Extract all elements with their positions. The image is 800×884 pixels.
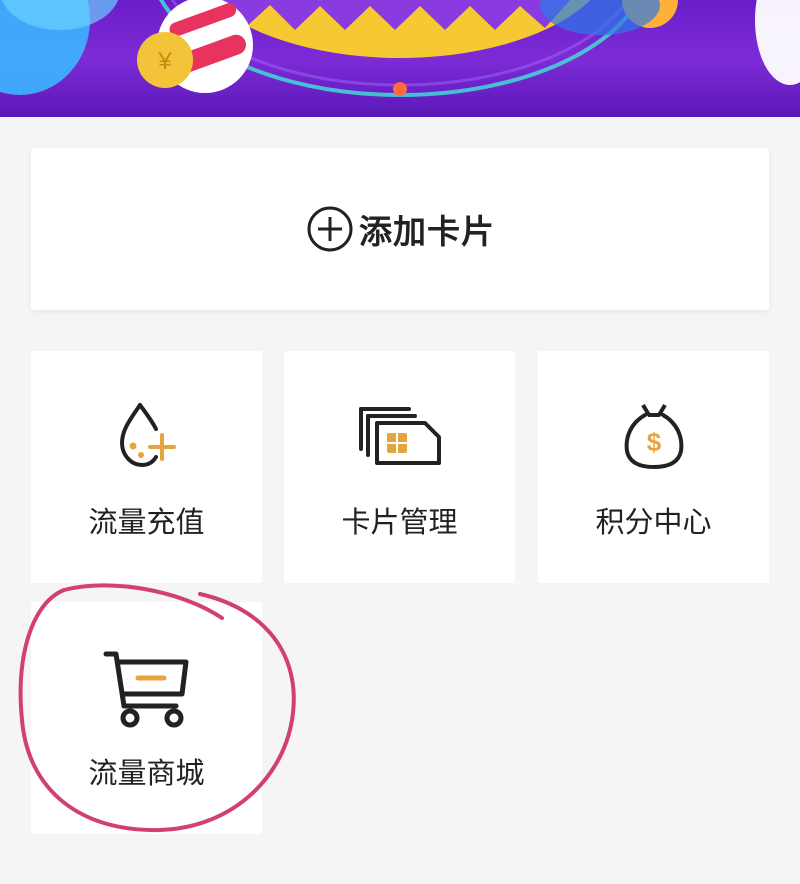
svg-text:$: $ bbox=[646, 427, 661, 457]
add-card-button[interactable]: 添加卡片 bbox=[31, 148, 769, 310]
tile-data-recharge[interactable]: 流量充值 bbox=[31, 351, 262, 583]
water-drop-plus-icon bbox=[119, 403, 176, 468]
money-bag-icon: $ bbox=[624, 403, 683, 470]
add-card-label: 添加卡片 bbox=[359, 212, 495, 251]
carousel-indicator-dot[interactable] bbox=[393, 82, 407, 96]
banner-artwork: ¥ bbox=[0, 0, 800, 97]
svg-text:¥: ¥ bbox=[157, 48, 172, 75]
tile-label: 流量商城 bbox=[88, 756, 205, 790]
tile-data-shop[interactable]: 流量商城 bbox=[31, 602, 262, 834]
promo-banner[interactable]: ¥ bbox=[0, 0, 800, 117]
tile-points-center[interactable]: $ 积分中心 bbox=[538, 351, 769, 583]
tile-card-management[interactable]: 卡片管理 bbox=[284, 351, 515, 583]
ornament-icon: ¥ bbox=[137, 0, 253, 93]
shopping-cart-icon bbox=[103, 651, 188, 728]
tile-label: 积分中心 bbox=[595, 505, 712, 539]
sim-cards-icon bbox=[358, 407, 441, 465]
tile-label: 流量充值 bbox=[88, 505, 205, 539]
plus-circle-icon bbox=[307, 206, 353, 252]
tile-label: 卡片管理 bbox=[341, 505, 458, 539]
